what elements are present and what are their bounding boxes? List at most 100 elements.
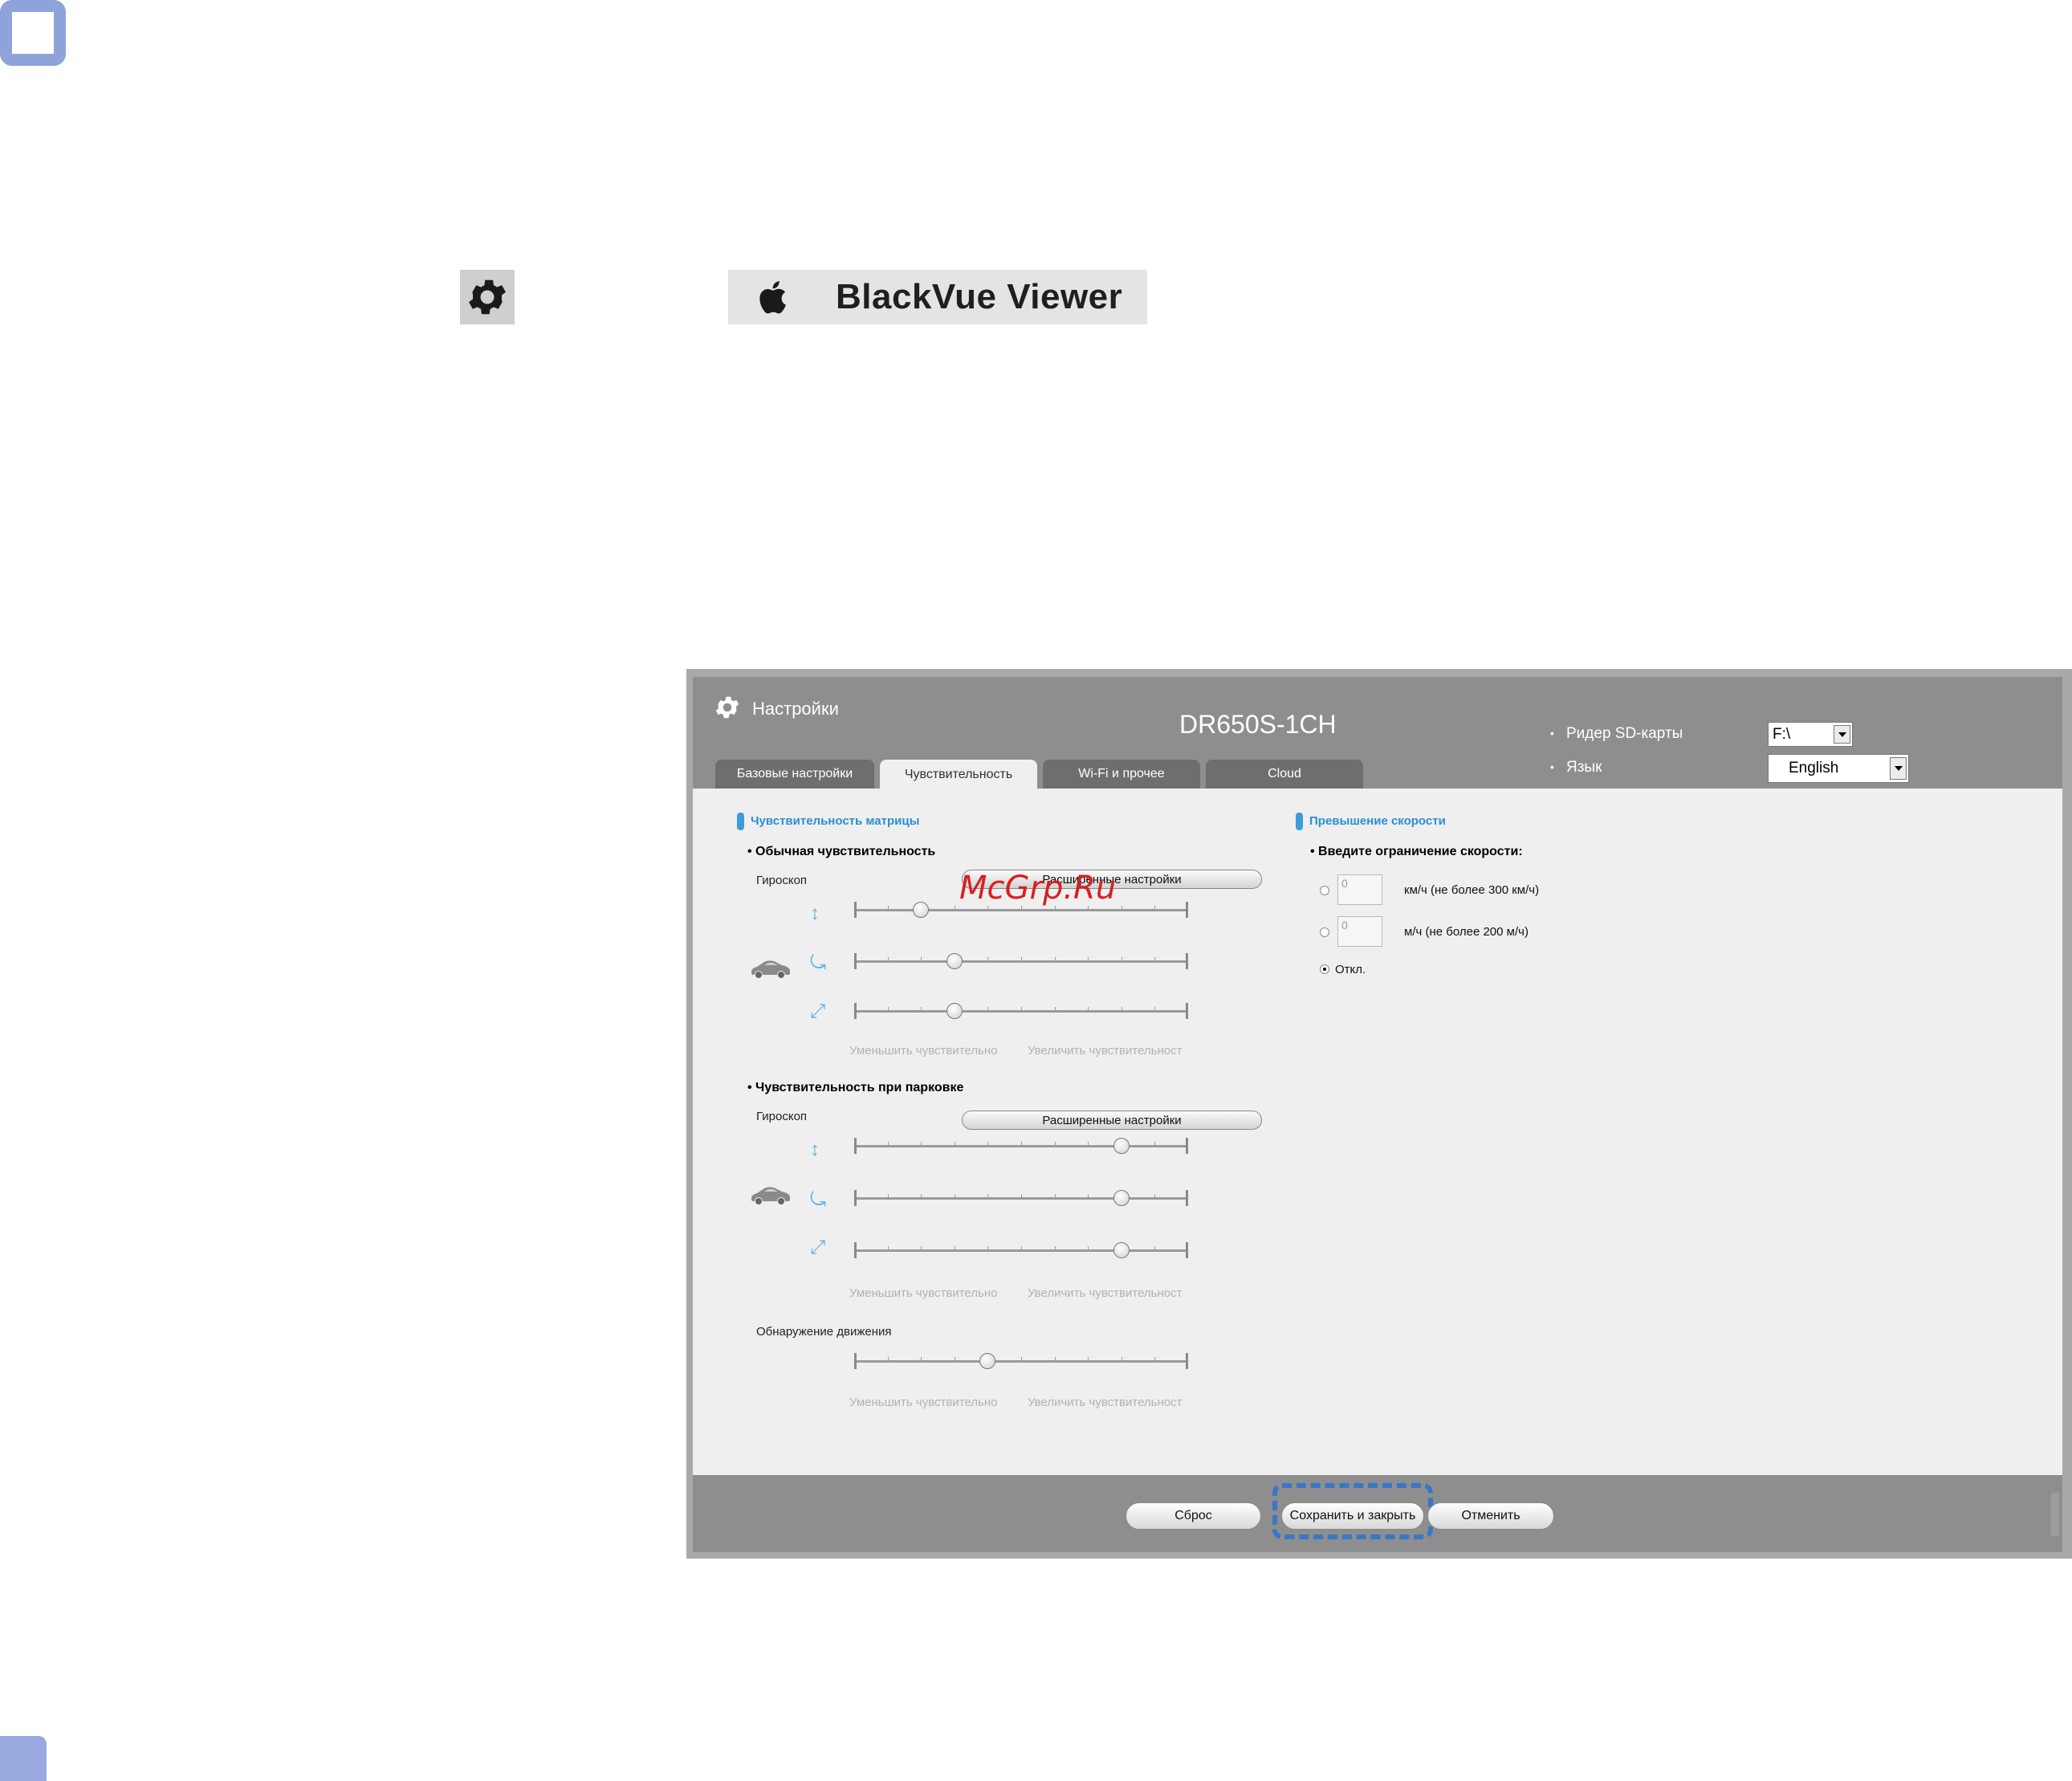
increase-hint: Увеличить чувствительност <box>1028 1396 1183 1409</box>
window-header: Настройки DR650S-1CH • Ридер SD-карты F:… <box>693 677 2062 789</box>
chevron-down-icon[interactable] <box>1834 725 1850 744</box>
slider-end <box>854 953 857 969</box>
bullet: • <box>1550 760 1554 773</box>
slider-tick <box>1154 906 1155 909</box>
slider-tick <box>987 957 988 960</box>
slider-end <box>854 1353 857 1369</box>
slider-end <box>854 1190 857 1206</box>
slider-knob[interactable] <box>1113 1190 1130 1206</box>
resize-grip[interactable] <box>2051 1493 2059 1536</box>
slider-knob[interactable] <box>1113 1242 1130 1258</box>
slider-tick <box>921 1007 922 1010</box>
slider-tick <box>921 957 922 960</box>
slider-end <box>1186 902 1188 918</box>
apple-logo-icon <box>752 276 791 318</box>
sensitivity-slider[interactable] <box>854 1241 1188 1259</box>
gyro-label: Гироскоп <box>756 1110 808 1123</box>
save-close-button[interactable]: Сохранить и закрыть <box>1281 1502 1424 1530</box>
slider-end <box>1186 1190 1188 1206</box>
slider-tick <box>1088 1007 1089 1010</box>
slider-end <box>1186 1242 1188 1258</box>
slider-end <box>854 1138 857 1154</box>
slider-tick <box>1021 1246 1022 1249</box>
slider-tick <box>1021 957 1022 960</box>
slider-end <box>1186 1003 1188 1019</box>
settings-window: Настройки DR650S-1CH • Ридер SD-карты F:… <box>686 669 2072 1559</box>
slider-tick <box>1088 957 1089 960</box>
sd-reader-select[interactable]: F:\ <box>1768 722 1853 747</box>
decrease-hint: Уменьшить чувствительно <box>849 1396 998 1409</box>
vertical-axis-icon: ↕ <box>810 903 820 924</box>
car-icon <box>748 1184 793 1208</box>
slider-end <box>854 902 857 918</box>
slider-tick <box>1088 1357 1089 1360</box>
radio-kmh[interactable] <box>1320 886 1329 895</box>
watermark: McGrp.Ru <box>959 870 1117 907</box>
window-title: Настройки <box>752 699 839 719</box>
slider-knob[interactable] <box>979 1353 995 1369</box>
app-name: BlackVue Viewer <box>836 277 1123 316</box>
speed-kmh-input[interactable]: 0 <box>1337 874 1382 905</box>
slider-tick <box>921 1246 922 1249</box>
sensitivity-slider[interactable] <box>854 952 1188 970</box>
slider-tick <box>1088 1246 1089 1249</box>
section-title-sensitivity: Чувствительность матрицы <box>751 814 920 828</box>
window-footer: Сброс Сохранить и закрыть Отменить <box>693 1475 2062 1552</box>
slider-track <box>854 1360 1188 1363</box>
slider-end <box>1186 953 1188 969</box>
motion-slider[interactable] <box>854 1352 1188 1370</box>
speed-mph-input[interactable]: 0 <box>1337 916 1382 947</box>
diagonal-axis-icon: ⤢ <box>810 1237 826 1258</box>
page-corner-tab-bottom <box>0 1736 47 1781</box>
tab-sensitivity[interactable]: Чувствительность <box>880 760 1037 789</box>
slider-tick <box>888 1194 889 1197</box>
slider-tick <box>1088 1142 1089 1145</box>
slider-tick <box>888 1142 889 1145</box>
slider-tick <box>1154 1246 1155 1249</box>
sd-reader-label: Ридер SD-карты <box>1566 725 1683 742</box>
parking-sensitivity-title: • Чувствительность при парковке <box>747 1081 964 1094</box>
sensitivity-slider[interactable] <box>854 1189 1188 1207</box>
sensitivity-slider[interactable] <box>854 1137 1188 1155</box>
slider-track <box>854 960 1188 963</box>
slider-tick <box>1154 1142 1155 1145</box>
chevron-down-icon[interactable] <box>1890 757 1907 780</box>
slider-track <box>854 909 1188 911</box>
motion-detection-label: Обнаружение движения <box>756 1325 892 1339</box>
slider-knob[interactable] <box>913 902 929 918</box>
slider-tick <box>1154 957 1155 960</box>
slider-track <box>854 1249 1188 1252</box>
slider-track <box>854 1197 1188 1200</box>
slider-tick <box>1088 1194 1089 1197</box>
slider-tick <box>1055 957 1056 960</box>
slider-tick <box>987 1007 988 1010</box>
tab-cloud[interactable]: Cloud <box>1206 760 1363 789</box>
vertical-axis-icon: ↕ <box>810 1139 820 1160</box>
rotation-axis-icon: ⤿ <box>810 952 826 974</box>
radio-off[interactable] <box>1320 964 1329 974</box>
slider-knob[interactable] <box>946 1003 963 1019</box>
language-select[interactable]: English <box>1768 754 1909 783</box>
reset-button[interactable]: Сброс <box>1126 1502 1261 1530</box>
slider-tick <box>888 1246 889 1249</box>
slider-knob[interactable] <box>1113 1138 1130 1154</box>
slider-tick <box>1021 1357 1022 1360</box>
slider-tick <box>987 1142 988 1145</box>
slider-tick <box>1055 1357 1056 1360</box>
diagonal-axis-icon: ⤢ <box>810 1001 826 1022</box>
slider-knob[interactable] <box>946 953 963 969</box>
blackvue-viewer-banner: BlackVue Viewer <box>728 270 1147 324</box>
tab-wifi-other[interactable]: Wi-Fi и прочее <box>1043 760 1200 789</box>
kmh-label: км/ч (не более 300 км/ч) <box>1404 883 1540 897</box>
slider-tick <box>1021 1194 1022 1197</box>
tab-basic-settings[interactable]: Базовые настройки <box>715 760 874 789</box>
slider-tick <box>1121 1007 1122 1010</box>
slider-tick <box>987 1246 988 1249</box>
sensitivity-slider[interactable] <box>854 1002 1188 1020</box>
cancel-button[interactable]: Отменить <box>1427 1502 1554 1530</box>
slider-end <box>854 1003 857 1019</box>
slider-tick <box>921 1194 922 1197</box>
radio-mph[interactable] <box>1320 927 1329 937</box>
speed-limit-prompt: • Введите ограничение скорости: <box>1310 845 1523 858</box>
advanced-settings-button[interactable]: Расширенные настройки <box>962 1111 1262 1130</box>
